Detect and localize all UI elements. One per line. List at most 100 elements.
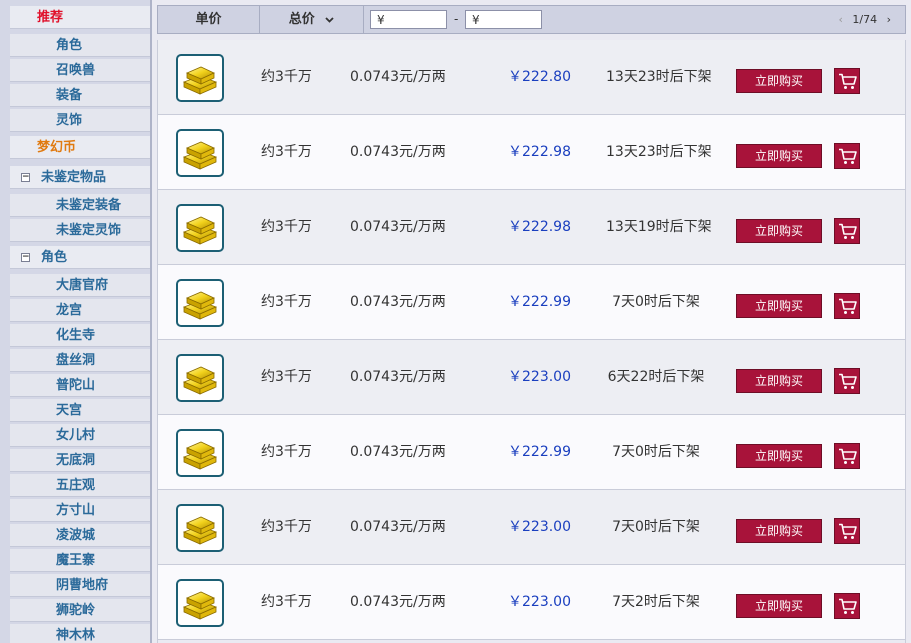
buy-now-button[interactable]: 立即购买: [736, 594, 822, 618]
add-to-cart-button[interactable]: [834, 143, 860, 169]
listing-amount: 约3千万: [261, 594, 312, 610]
listing-price: ￥223.00: [508, 369, 571, 385]
buy-now-button[interactable]: 立即购买: [736, 294, 822, 318]
collapse-icon[interactable]: −: [21, 253, 30, 262]
sidebar-item[interactable]: 神木林: [10, 624, 150, 643]
min-price-input[interactable]: [370, 10, 447, 29]
sidebar-item[interactable]: 普陀山: [10, 374, 150, 397]
sort-unit-price[interactable]: 单价: [158, 6, 260, 33]
listing-unit-price: 0.0743元/万两: [350, 144, 446, 160]
listing-unit-price: 0.0743元/万两: [350, 219, 446, 235]
prev-page-icon[interactable]: ‹: [832, 6, 848, 33]
sidebar-item[interactable]: 盘丝洞: [10, 349, 150, 372]
listing-unit-price: 0.0743元/万两: [350, 294, 446, 310]
listing-table: 约3千万 0.0743元/万两 ￥222.80 13天23时后下架 立即购买 约…: [157, 40, 906, 643]
add-to-cart-button[interactable]: [834, 518, 860, 544]
buy-now-button[interactable]: 立即购买: [736, 69, 822, 93]
listing-price: ￥223.00: [508, 594, 571, 610]
gold-bars-icon[interactable]: [176, 354, 224, 402]
cart-icon: [839, 223, 857, 239]
sidebar-item[interactable]: 方寸山: [10, 499, 150, 522]
gold-bars-icon[interactable]: [176, 279, 224, 327]
cart-icon: [839, 298, 857, 314]
page-indicator: 1/74: [852, 13, 878, 26]
listing-amount: 约3千万: [261, 519, 312, 535]
add-to-cart-button[interactable]: [834, 218, 860, 244]
sidebar-item[interactable]: 龙宫: [10, 299, 150, 322]
listing-unit-price: 0.0743元/万两: [350, 594, 446, 610]
sidebar-item[interactable]: 未鉴定灵饰: [10, 219, 150, 242]
sidebar-item[interactable]: 角色: [10, 34, 150, 57]
sidebar-recommend[interactable]: 推荐: [10, 6, 150, 29]
sidebar-item[interactable]: 化生寺: [10, 324, 150, 347]
listing-price: ￥222.98: [508, 219, 571, 235]
next-page-icon[interactable]: ›: [881, 6, 897, 33]
listing-row: 约3千万 0.0743元/万两 ￥222.80 13天23时后下架 立即购买: [158, 40, 905, 115]
listing-amount: 约3千万: [261, 69, 312, 85]
sidebar-item[interactable]: 大唐官府: [10, 274, 150, 297]
listing-price: ￥223.00: [508, 519, 571, 535]
add-to-cart-button[interactable]: [834, 293, 860, 319]
add-to-cart-button[interactable]: [834, 68, 860, 94]
sidebar-item[interactable]: 装备: [10, 84, 150, 107]
gold-bars-icon[interactable]: [176, 429, 224, 477]
sidebar-item[interactable]: 无底洞: [10, 449, 150, 472]
sidebar-item[interactable]: 召唤兽: [10, 59, 150, 82]
gold-bars-icon[interactable]: [176, 54, 224, 102]
listing-time-left: 13天19时后下架: [606, 219, 712, 235]
listing-amount: 约3千万: [261, 219, 312, 235]
sidebar-group-roles[interactable]: − 角色: [10, 246, 150, 269]
listing-unit-price: 0.0743元/万两: [350, 369, 446, 385]
add-to-cart-button[interactable]: [834, 443, 860, 469]
listing-unit-price: 0.0743元/万两: [350, 444, 446, 460]
sidebar-currency[interactable]: 梦幻币: [10, 136, 150, 159]
sidebar-item[interactable]: 未鉴定装备: [10, 194, 150, 217]
listing-row: 约3千万 0.0743元/万两 ￥223.00 7天0时后下架 立即购买: [158, 490, 905, 565]
sidebar-item[interactable]: 魔王寨: [10, 549, 150, 572]
listing-price: ￥222.80: [508, 69, 571, 85]
gold-bars-icon[interactable]: [176, 204, 224, 252]
sidebar-item[interactable]: 天宫: [10, 399, 150, 422]
sidebar-item[interactable]: 女儿村: [10, 424, 150, 447]
cart-icon: [839, 598, 857, 614]
listing-row: 约3千万 0.0743元/万两 ￥222.99 7天0时后下架 立即购买: [158, 265, 905, 340]
listing-amount: 约3千万: [261, 444, 312, 460]
buy-now-button[interactable]: 立即购买: [736, 369, 822, 393]
listing-row: 约3千万 0.0743元/万两 ￥223.00 6天22时后下架 立即购买: [158, 340, 905, 415]
buy-now-button[interactable]: 立即购买: [736, 519, 822, 543]
listing-time-left: 13天23时后下架: [606, 69, 712, 85]
cart-icon: [839, 523, 857, 539]
price-range-dash: -: [454, 12, 459, 26]
listing-price: ￥222.98: [508, 144, 571, 160]
sidebar-item[interactable]: 灵饰: [10, 109, 150, 132]
listing-unit-price: 0.0743元/万两: [350, 519, 446, 535]
add-to-cart-button[interactable]: [834, 593, 860, 619]
pager: ‹ 1/74 ›: [832, 6, 897, 33]
gold-bars-icon[interactable]: [176, 504, 224, 552]
sidebar: 推荐 角色 召唤兽 装备 灵饰 梦幻币 − 未鉴定物品 未鉴定装备 未鉴定灵饰 − 角色…: [0, 0, 152, 643]
sort-total-price[interactable]: 总价: [260, 6, 364, 33]
max-price-input[interactable]: [465, 10, 542, 29]
buy-now-button[interactable]: 立即购买: [736, 444, 822, 468]
cart-icon: [839, 373, 857, 389]
sidebar-divider: [150, 0, 152, 643]
listing-price: ￥222.99: [508, 444, 571, 460]
sidebar-item[interactable]: 狮驼岭: [10, 599, 150, 622]
gold-bars-icon[interactable]: [176, 579, 224, 627]
buy-now-button[interactable]: 立即购买: [736, 219, 822, 243]
cart-icon: [839, 73, 857, 89]
collapse-icon[interactable]: −: [21, 173, 30, 182]
sidebar-group-unidentified[interactable]: − 未鉴定物品: [10, 166, 150, 189]
listing-time-left: 7天0时后下架: [612, 444, 700, 460]
chevron-down-icon: [325, 16, 334, 23]
listing-time-left: 7天0时后下架: [612, 519, 700, 535]
buy-now-button[interactable]: 立即购买: [736, 144, 822, 168]
add-to-cart-button[interactable]: [834, 368, 860, 394]
listing-amount: 约3千万: [261, 369, 312, 385]
listing-price: ￥222.99: [508, 294, 571, 310]
sidebar-item[interactable]: 凌波城: [10, 524, 150, 547]
sidebar-item[interactable]: 阴曹地府: [10, 574, 150, 597]
listing-row: 约3千万 0.0743元/万两 ￥222.98 13天23时后下架 立即购买: [158, 115, 905, 190]
sidebar-item[interactable]: 五庄观: [10, 474, 150, 497]
gold-bars-icon[interactable]: [176, 129, 224, 177]
